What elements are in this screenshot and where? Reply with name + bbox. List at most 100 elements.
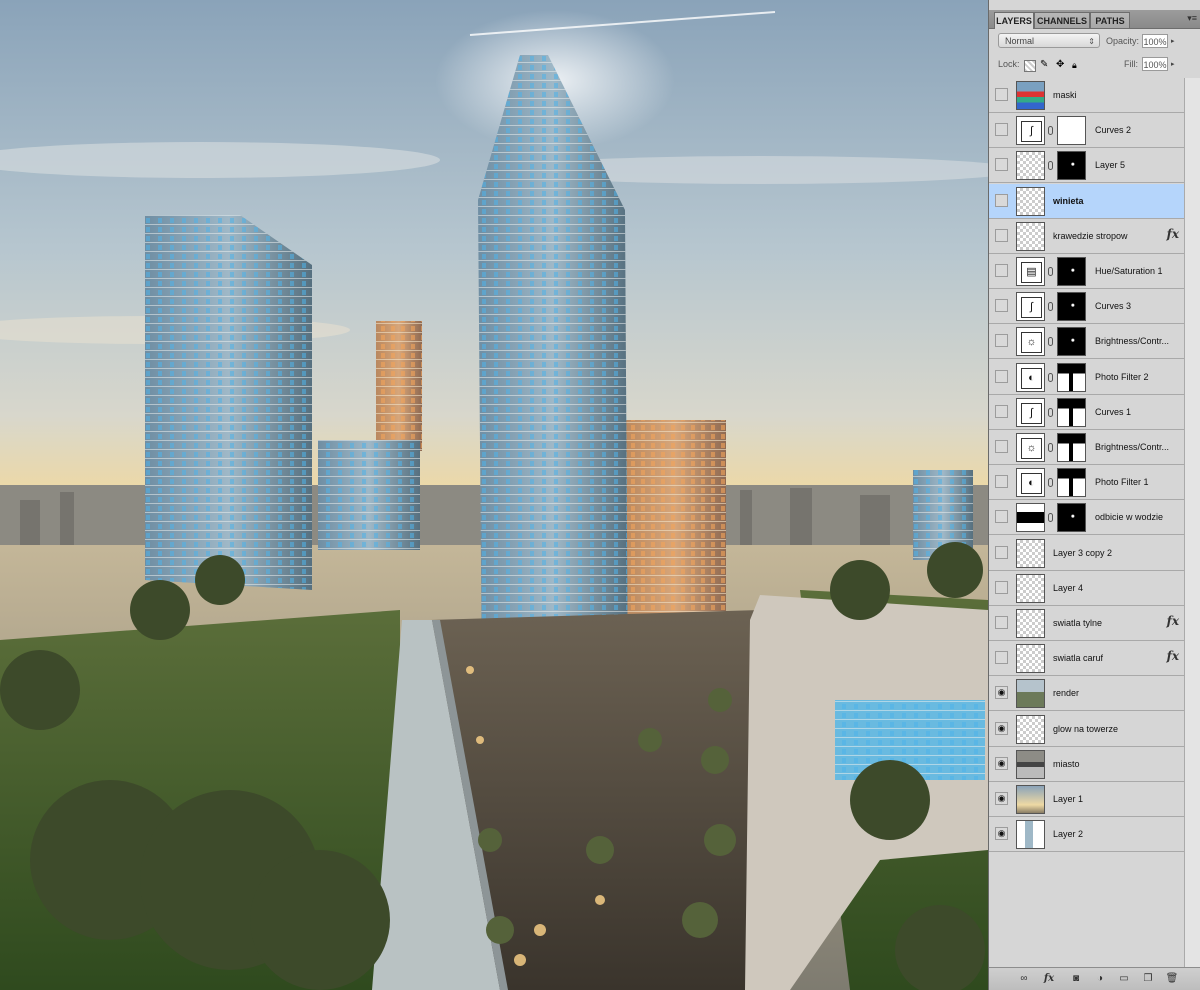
layer-name[interactable]: Layer 1 [1053,782,1179,816]
eye-hidden-icon[interactable] [995,334,1008,348]
eye-hidden-icon[interactable] [995,228,1008,242]
layer-row[interactable]: maski [989,78,1185,113]
layer-name[interactable]: maski [1053,78,1179,112]
layer-row[interactable]: Layer 4 [989,570,1185,606]
layer-name[interactable]: Curves 2 [1095,113,1179,147]
layer-effects-fx-icon[interactable]: fx▾ [1167,614,1191,635]
eye-visible-icon[interactable]: ◉ [995,827,1008,841]
panel-menu-icon[interactable]: ▾≡ [1187,13,1197,24]
tab-paths[interactable]: PATHS [1090,12,1130,28]
eye-hidden-icon[interactable] [995,440,1008,453]
layer-row[interactable]: ◉ render [989,676,1185,712]
eye-hidden-icon[interactable] [995,88,1008,101]
eye-hidden-icon[interactable] [995,193,1008,207]
layer-mask-thumbnail[interactable] [1057,292,1086,322]
layer-mask-thumbnail[interactable] [1057,327,1086,357]
mask-link-icon[interactable] [1048,443,1053,452]
layer-row[interactable]: ◉ Layer 2 [989,817,1185,853]
layer-name[interactable]: glow na towerze [1053,712,1179,746]
layer-name[interactable]: miasto [1053,747,1179,781]
eye-hidden-icon[interactable] [995,616,1008,629]
new-layer-icon[interactable]: ❐ [1141,972,1155,986]
eye-visible-icon[interactable]: ◉ [995,792,1008,805]
layer-row[interactable]: ▤ Hue/Saturation 1 [989,254,1185,289]
layer-row[interactable]: krawedzie stropowfx▾ [989,218,1191,254]
eye-hidden-icon[interactable] [995,475,1008,489]
mask-link-icon[interactable] [1048,267,1053,276]
tab-channels[interactable]: CHANNELS [1034,12,1090,28]
eye-hidden-icon[interactable] [995,369,1008,383]
lock-all-icon[interactable]: 🔒︎ [1072,60,1082,70]
link-layers-icon[interactable]: ∞ [1017,972,1031,986]
layer-name[interactable]: odbicie w wodzie [1095,500,1179,534]
mask-link-icon[interactable] [1048,478,1053,488]
eye-hidden-icon[interactable] [995,545,1008,559]
layer-row[interactable]: ◉ Layer 1 [989,782,1185,817]
layer-mask-thumbnail[interactable] [1057,503,1086,533]
eye-visible-icon[interactable]: ◉ [995,686,1008,700]
mask-link-icon[interactable] [1048,513,1053,523]
layer-name[interactable]: krawedzie stropow [1053,219,1169,253]
layer-row[interactable]: winieta [989,183,1185,219]
layer-mask-thumbnail[interactable] [1057,151,1086,181]
layer-name[interactable]: Brightness/Contr... [1095,430,1179,464]
layer-row[interactable]: swiatla tylnefx▾ [989,606,1191,641]
layer-name[interactable]: Curves 3 [1095,289,1179,323]
layer-mask-thumbnail[interactable] [1057,116,1086,146]
layer-name[interactable]: Hue/Saturation 1 [1095,254,1179,288]
eye-hidden-icon[interactable] [995,264,1008,277]
mask-link-icon[interactable] [1048,407,1053,417]
layer-name[interactable]: Layer 4 [1053,571,1179,605]
eye-hidden-icon[interactable] [995,510,1008,524]
mask-link-icon[interactable] [1048,337,1053,347]
layer-style-fx-icon[interactable]: fx [1042,972,1056,986]
layer-mask-thumbnail[interactable] [1057,362,1086,392]
layer-name[interactable]: swiatla caruf [1053,641,1169,675]
opacity-dropdown-icon[interactable]: ▸ [1171,37,1175,45]
layer-name[interactable]: Layer 5 [1095,148,1179,182]
opacity-field[interactable]: 100% [1142,34,1168,48]
new-group-icon[interactable]: ▭ [1117,972,1131,986]
mask-link-icon[interactable] [1048,161,1053,171]
layer-name[interactable]: Brightness/Contr... [1095,324,1179,358]
mask-link-icon[interactable] [1048,372,1053,382]
layer-row[interactable]: ◉ glow na towerze [989,711,1185,747]
layer-mask-thumbnail[interactable] [1057,397,1086,427]
eye-hidden-icon[interactable] [995,158,1008,172]
tab-layers[interactable]: LAYERS [994,12,1034,29]
eye-hidden-icon[interactable] [995,299,1008,313]
fill-field[interactable]: 100% [1142,57,1168,71]
layer-row[interactable]: ∫ Curves 1 [989,394,1185,430]
layer-name[interactable]: Photo Filter 1 [1095,465,1179,499]
layer-row[interactable]: ∫ Curves 3 [989,289,1185,325]
layer-row[interactable]: ☼ Brightness/Contr... [989,324,1185,360]
layer-effects-fx-icon[interactable]: fx▾ [1167,227,1191,248]
layer-row[interactable]: odbicie w wodzie [989,500,1185,536]
lock-pixels-brush-icon[interactable]: ✎ [1040,60,1050,70]
layers-scrollbar[interactable] [1184,78,1200,968]
layer-row[interactable]: Layer 5 [989,148,1185,184]
eye-visible-icon[interactable]: ◉ [995,721,1008,735]
layer-name[interactable]: winieta [1053,184,1179,218]
layer-mask-thumbnail[interactable] [1057,468,1086,498]
layer-name[interactable]: Layer 3 copy 2 [1053,536,1179,570]
layer-row[interactable]: Layer 3 copy 2 [989,535,1185,571]
layer-mask-thumbnail[interactable] [1057,433,1086,462]
document-canvas[interactable] [0,0,988,990]
layer-name[interactable]: render [1053,676,1179,710]
mask-link-icon[interactable] [1048,126,1053,136]
layer-name[interactable]: Photo Filter 2 [1095,360,1179,394]
layer-name[interactable]: Curves 1 [1095,395,1179,429]
layer-name[interactable]: swiatla tylne [1053,606,1169,640]
add-mask-icon[interactable]: ◙ [1069,972,1083,986]
layer-row[interactable]: ◐ Photo Filter 1 [989,465,1185,501]
trash-icon[interactable]: 🗑︎ [1165,972,1179,986]
eye-hidden-icon[interactable] [995,404,1008,418]
layer-row[interactable]: ◉ miasto [989,746,1185,782]
fill-dropdown-icon[interactable]: ▸ [1171,60,1175,68]
lock-position-move-icon[interactable]: ✥ [1056,60,1066,70]
eye-visible-icon[interactable]: ◉ [995,756,1008,770]
layer-row[interactable]: ◐ Photo Filter 2 [989,359,1185,395]
mask-link-icon[interactable] [1048,302,1053,312]
layer-row[interactable]: swiatla caruffx▾ [989,641,1191,677]
